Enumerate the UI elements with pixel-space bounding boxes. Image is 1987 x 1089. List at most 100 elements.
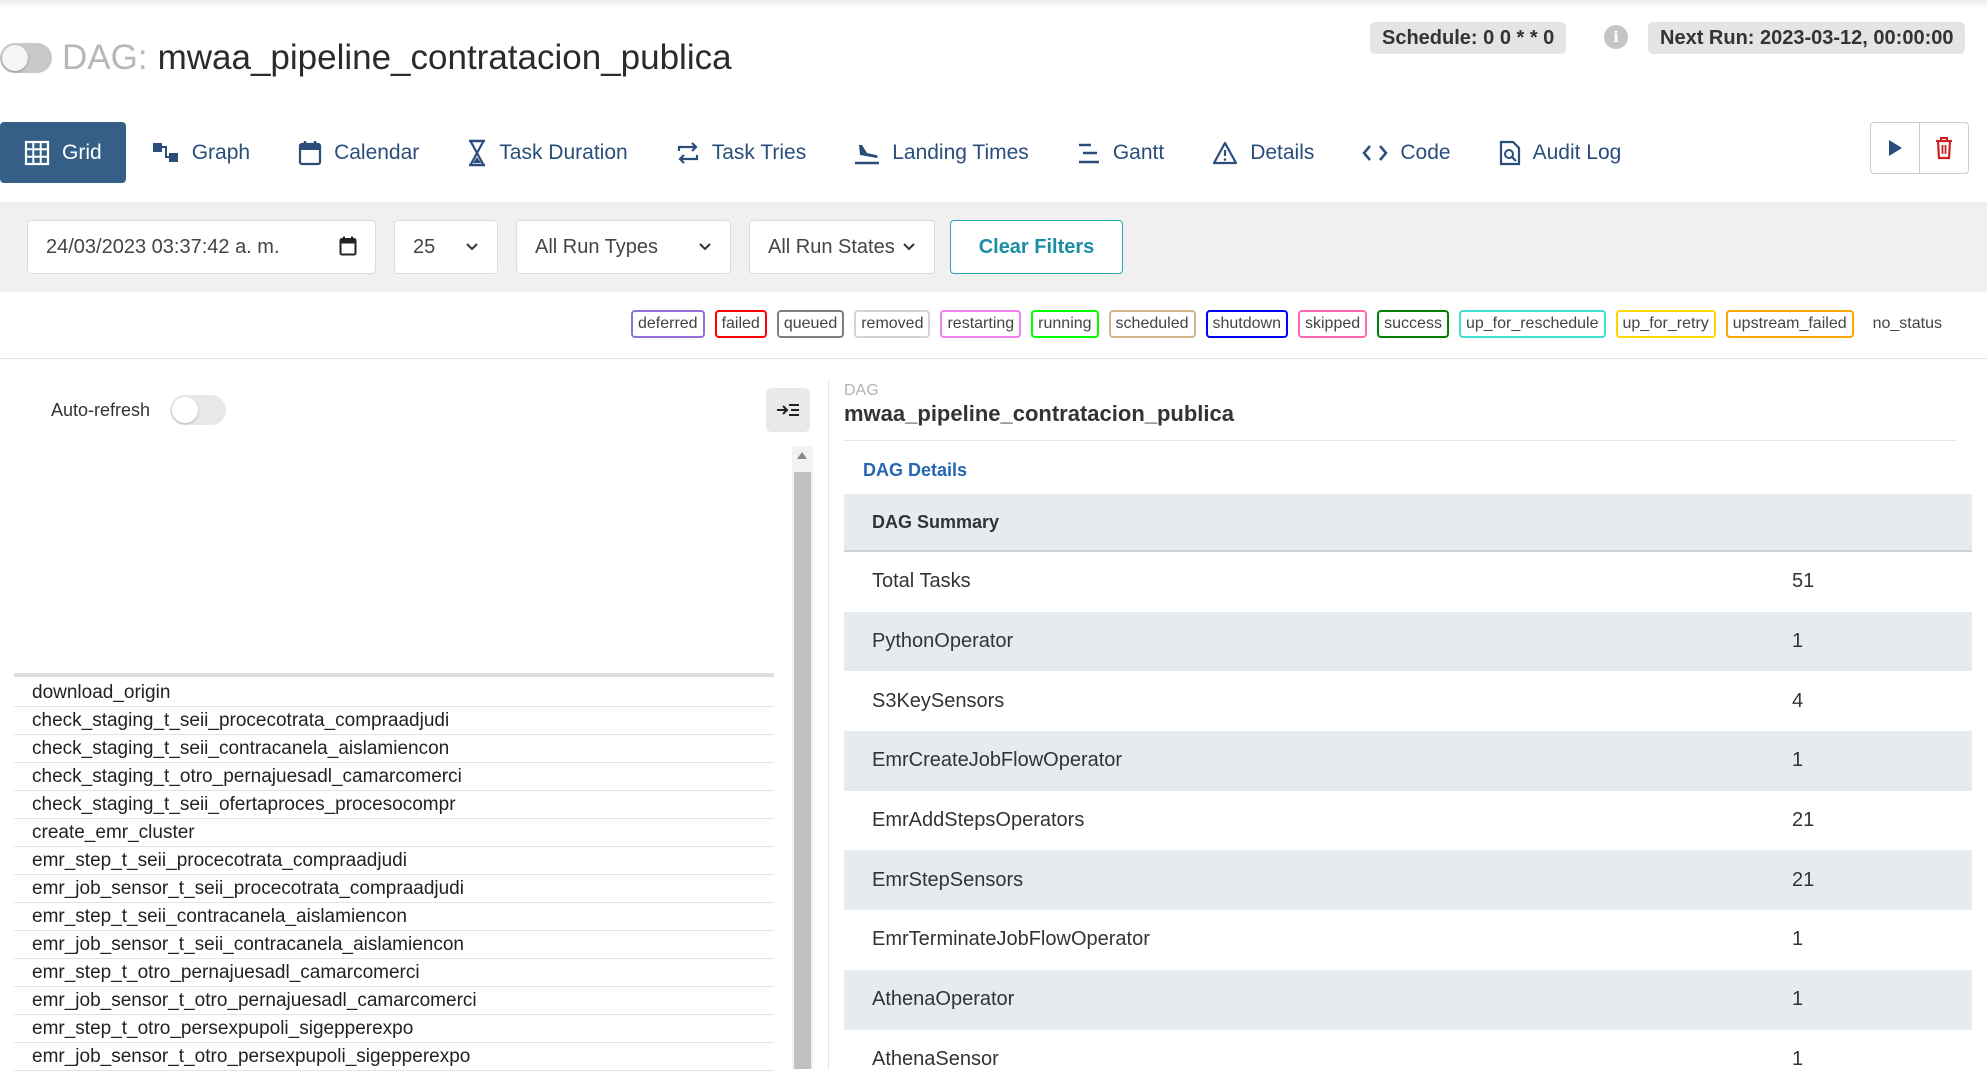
page-title: mwaa_pipeline_contratacion_publica (158, 38, 732, 78)
top-shadow (0, 0, 1987, 8)
tab-task-tries[interactable]: Task Tries (652, 122, 831, 183)
dag-pause-toggle[interactable] (0, 43, 52, 73)
legend-no-status[interactable]: no_status (1868, 312, 1947, 336)
task-row[interactable]: check_staging_t_seii_ofertaproces_proces… (14, 791, 774, 819)
hourglass-icon (467, 139, 487, 167)
grid-header-border (14, 673, 774, 677)
divider (844, 440, 1956, 441)
legend-restarting[interactable]: restarting (940, 310, 1021, 338)
retry-icon (676, 141, 700, 165)
tab-grid[interactable]: Grid (0, 122, 126, 183)
scroll-up-arrow[interactable] (797, 452, 807, 459)
task-row[interactable]: create_emr_cluster (14, 819, 774, 847)
legend-removed[interactable]: removed (854, 310, 930, 338)
play-icon (1887, 139, 1903, 157)
run-state-select[interactable]: All Run States (749, 220, 935, 274)
task-row[interactable]: emr_job_sensor_t_seii_contracanela_aisla… (14, 931, 774, 959)
summary-row-label: PythonOperator (872, 630, 1013, 653)
legend-queued[interactable]: queued (777, 310, 844, 338)
summary-row-label: Total Tasks (872, 570, 971, 593)
task-row[interactable]: emr_job_sensor_t_otro_persexpupoli_sigep… (14, 1043, 774, 1071)
summary-row: EmrStepSensors21 (844, 850, 1972, 910)
dag-header: DAG: mwaa_pipeline_contratacion_publica (0, 34, 732, 82)
legend-skipped[interactable]: skipped (1298, 310, 1367, 338)
warning-icon (1212, 141, 1238, 165)
tab-audit-log[interactable]: Audit Log (1475, 122, 1646, 183)
tab-label: Calendar (334, 141, 419, 165)
base-date-value: 24/03/2023 03:37:42 a. m. (46, 236, 280, 259)
tab-label: Task Duration (499, 141, 627, 165)
trash-icon (1934, 136, 1954, 160)
trigger-dag-button[interactable] (1871, 123, 1919, 173)
tab-landing-times[interactable]: Landing Times (830, 122, 1053, 183)
summary-row-label: EmrCreateJobFlowOperator (872, 749, 1122, 772)
auto-refresh-toggle[interactable] (170, 395, 226, 425)
summary-row: EmrTerminateJobFlowOperator1 (844, 910, 1972, 970)
summary-row-value: 51 (1792, 570, 1814, 593)
tab-graph[interactable]: Graph (126, 122, 274, 183)
dag-actions (1870, 122, 1969, 174)
summary-row-value: 21 (1792, 809, 1814, 832)
dag-prefix: DAG: (62, 38, 148, 78)
task-row[interactable]: check_staging_t_seii_contracanela_aislam… (14, 735, 774, 763)
task-row[interactable]: emr_step_t_otro_persexpupoli_sigepperexp… (14, 1015, 774, 1043)
legend-shutdown[interactable]: shutdown (1206, 310, 1289, 338)
clear-filters-button[interactable]: Clear Filters (950, 220, 1123, 274)
task-row[interactable]: emr_step_t_otro_pernajuesadl_camarcomerc… (14, 959, 774, 987)
task-row[interactable]: emr_job_sensor_t_seii_procecotrata_compr… (14, 875, 774, 903)
chevron-down-icon (698, 239, 712, 255)
scrollbar-thumb[interactable] (794, 472, 811, 1069)
task-row[interactable]: download_origin (14, 679, 774, 707)
tab-task-duration[interactable]: Task Duration (443, 122, 651, 183)
tab-label: Code (1400, 141, 1450, 165)
task-row[interactable]: emr_step_t_seii_contracanela_aislamienco… (14, 903, 774, 931)
next-run-badge: Next Run: 2023-03-12, 00:00:00 (1648, 22, 1965, 54)
graph-icon (152, 141, 180, 165)
auto-refresh: Auto-refresh (51, 395, 226, 425)
summary-row-value: 1 (1792, 749, 1803, 772)
task-row[interactable]: emr_step_t_seii_procecotrata_compraadjud… (14, 847, 774, 875)
toggle-knob (2, 45, 28, 71)
legend-up-for-retry[interactable]: up_for_retry (1616, 310, 1716, 338)
delete-dag-button[interactable] (1919, 123, 1968, 173)
legend-failed[interactable]: failed (715, 310, 767, 338)
tab-gantt[interactable]: Gantt (1053, 122, 1188, 183)
scrollbar[interactable] (792, 446, 813, 1069)
legend-deferred[interactable]: deferred (631, 310, 705, 338)
collapse-panel-button[interactable] (766, 388, 810, 432)
dag-breadcrumb-label: DAG (844, 382, 879, 400)
summary-row-label: EmrAddStepsOperators (872, 809, 1084, 832)
base-date-input[interactable]: 24/03/2023 03:37:42 a. m. (27, 220, 376, 274)
divider (0, 358, 1987, 359)
code-icon (1362, 143, 1388, 163)
run-type-select[interactable]: All Run Types (516, 220, 731, 274)
state-legend: deferred failed queued removed restarting run… (621, 310, 1947, 338)
num-runs-select[interactable]: 25 (394, 220, 498, 274)
tab-label: Task Tries (712, 141, 807, 165)
calendar-picker-icon[interactable] (339, 236, 357, 259)
legend-upstream-failed[interactable]: upstream_failed (1726, 310, 1854, 338)
schedule-badge: Schedule: 0 0 * * 0 (1370, 22, 1566, 54)
dag-details-link[interactable]: DAG Details (863, 460, 967, 481)
tab-label: Graph (192, 141, 250, 165)
tab-details[interactable]: Details (1188, 122, 1338, 183)
tab-code[interactable]: Code (1338, 122, 1474, 183)
tab-calendar[interactable]: Calendar (274, 122, 443, 183)
run-type-value: All Run Types (535, 236, 658, 259)
tab-label: Gantt (1113, 141, 1164, 165)
task-row[interactable]: emr_job_sensor_t_otro_pernajuesadl_camar… (14, 987, 774, 1015)
details-dag-name[interactable]: mwaa_pipeline_contratacion_publica (844, 401, 1234, 427)
panel-divider (828, 380, 829, 1069)
task-row[interactable]: check_staging_t_seii_procecotrata_compra… (14, 707, 774, 735)
task-row[interactable]: check_staging_t_otro_pernajuesadl_camarc… (14, 763, 774, 791)
legend-up-for-reschedule[interactable]: up_for_reschedule (1459, 310, 1606, 338)
tab-label: Landing Times (892, 141, 1029, 165)
legend-scheduled[interactable]: scheduled (1109, 310, 1196, 338)
info-icon[interactable]: i (1604, 25, 1628, 49)
task-list: download_origincheck_staging_t_seii_proc… (14, 679, 774, 1071)
legend-success[interactable]: success (1377, 310, 1449, 338)
legend-running[interactable]: running (1031, 310, 1098, 338)
chevron-down-icon (465, 239, 479, 255)
summary-row: AthenaOperator1 (844, 970, 1972, 1030)
gantt-icon (1077, 141, 1101, 165)
